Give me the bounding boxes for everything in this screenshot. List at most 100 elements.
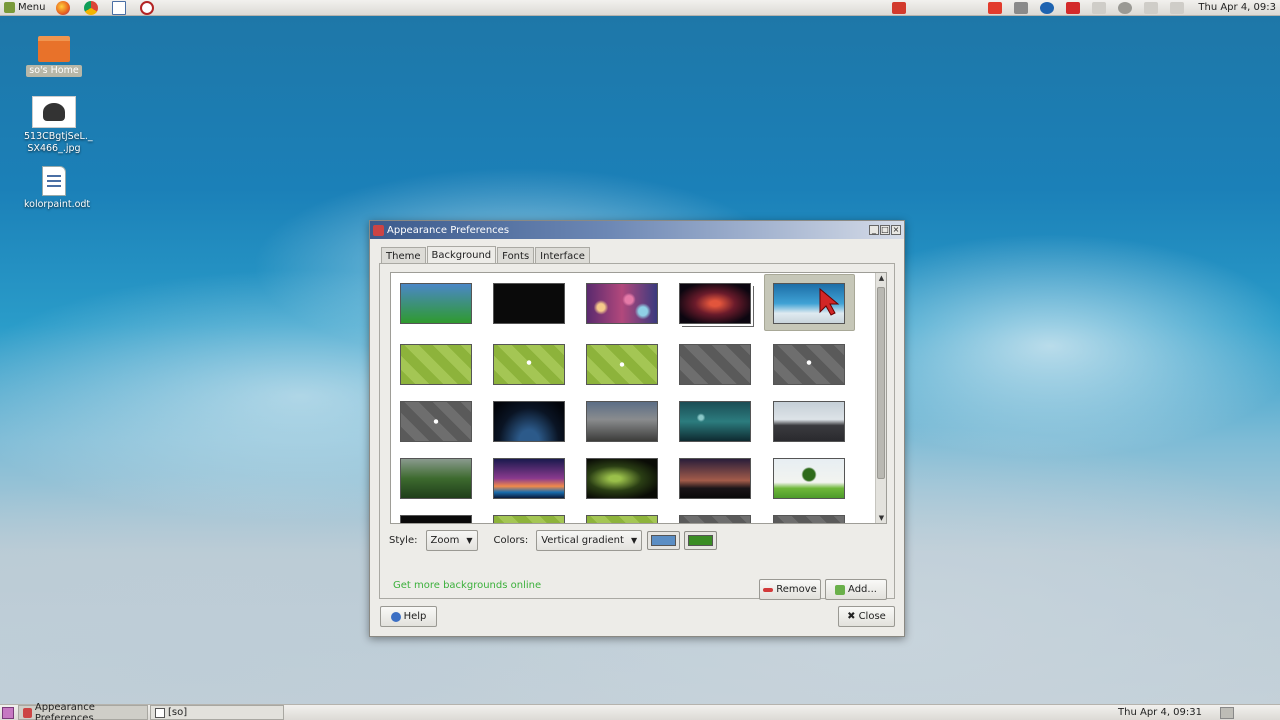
text-editor-icon[interactable] [112, 0, 127, 15]
style-label: Style: [389, 535, 418, 546]
anydesk-icon[interactable] [988, 1, 1003, 14]
background-thumbnail[interactable] [400, 344, 472, 385]
terminal-icon [155, 707, 165, 718]
background-thumbnail[interactable] [586, 515, 658, 523]
volume-icon[interactable] [1170, 1, 1185, 14]
hp-icon[interactable] [1040, 1, 1055, 14]
style-dropdown[interactable]: Zoom ▼ [425, 530, 478, 551]
help-label: Help [403, 611, 427, 622]
background-tab-panel: ▲ ▼ Style: Zoom ▼ Colors: Vertical gradi… [379, 263, 895, 600]
top-clock[interactable]: Thu Apr 4, 09:3 [1190, 2, 1280, 13]
bluetooth-icon[interactable] [1092, 1, 1107, 14]
document-file-icon [42, 166, 66, 196]
background-thumbnail[interactable] [400, 515, 472, 523]
task-label: Appearance Preferences [34, 701, 95, 720]
background-thumbnail[interactable] [493, 283, 565, 324]
scroll-down-icon[interactable]: ▼ [876, 513, 886, 523]
image-file-icon [32, 96, 76, 128]
add-button[interactable]: Add... [825, 579, 887, 600]
power-icon[interactable] [892, 1, 907, 14]
help-icon [390, 611, 401, 622]
scrollbar-thumb[interactable] [877, 287, 885, 479]
background-thumbnail[interactable] [773, 344, 845, 385]
background-thumbnail[interactable] [493, 515, 565, 523]
menu-button[interactable]: Menu [0, 0, 49, 16]
style-value: Zoom [430, 535, 460, 546]
add-icon [835, 584, 846, 595]
help-button[interactable]: Help [380, 606, 437, 627]
background-thumbnail[interactable] [493, 458, 565, 499]
tab-fonts[interactable]: Fonts [497, 247, 535, 264]
network-status-icon[interactable] [1144, 1, 1159, 14]
scroll-up-icon[interactable]: ▲ [876, 273, 886, 283]
close-icon[interactable]: × [891, 225, 901, 235]
desktop-icon-label: SX466_.jpg [27, 143, 81, 154]
show-desktop-icon[interactable] [2, 706, 14, 719]
settings-icon[interactable] [1118, 1, 1133, 14]
primary-color-swatch [651, 535, 677, 546]
colors-dropdown[interactable]: Vertical gradient ▼ [536, 530, 643, 551]
taskbar-item-appearance-preferences[interactable]: Appearance Preferences [18, 701, 148, 720]
menu-label: Menu [18, 2, 46, 13]
bottom-panel: Appearance Preferences [so] Thu Apr 4, 0… [0, 701, 1280, 720]
desktop-icon-home[interactable]: so's Home [24, 36, 84, 77]
add-label: Add... [848, 584, 877, 595]
desktop-icon-label: kolorpaint.odt [24, 199, 91, 210]
background-thumbnail[interactable] [400, 283, 472, 324]
background-thumbnail[interactable] [773, 283, 845, 324]
firefox-icon[interactable] [56, 0, 71, 15]
menu-icon [4, 2, 15, 13]
background-thumbnail[interactable] [773, 458, 845, 499]
tab-background[interactable]: Background [426, 246, 497, 264]
network-icon[interactable] [1014, 1, 1029, 14]
background-thumbnail[interactable] [586, 344, 658, 385]
colors-label: Colors: [493, 535, 529, 546]
secondary-color-button[interactable] [684, 531, 718, 550]
background-thumbnail[interactable] [679, 283, 751, 324]
record-icon[interactable] [1066, 1, 1081, 14]
colors-value: Vertical gradient [541, 535, 624, 546]
close-button[interactable]: ✖ Close [838, 606, 895, 627]
background-thumbnail[interactable] [679, 458, 751, 499]
appearance-preferences-window: Appearance Preferences _ □ × Theme Backg… [369, 220, 905, 637]
maximize-icon[interactable]: □ [880, 225, 890, 235]
window-titlebar[interactable]: Appearance Preferences _ □ × [370, 221, 904, 239]
remove-label: Remove [776, 584, 817, 595]
desktop-icon-image[interactable]: 513CBgtjSeL._ SX466_.jpg [24, 96, 93, 155]
background-thumbnail[interactable] [493, 401, 565, 442]
background-thumbnail[interactable] [586, 283, 658, 324]
get-more-backgrounds-link[interactable]: Get more backgrounds online [393, 580, 541, 591]
mouse-cursor-icon [819, 287, 840, 316]
tab-interface[interactable]: Interface [535, 247, 590, 264]
app-icon[interactable] [140, 0, 155, 15]
bottom-clock[interactable]: Thu Apr 4, 09:31 [1118, 707, 1220, 718]
chrome-icon[interactable] [84, 0, 99, 15]
dropdown-arrow-icon: ▼ [631, 536, 638, 545]
taskbar-item-terminal[interactable]: [so] [150, 705, 284, 720]
close-label: Close [858, 611, 886, 622]
background-thumbnail[interactable] [679, 401, 751, 442]
background-thumbnail[interactable] [400, 458, 472, 499]
background-thumbnail[interactable] [400, 401, 472, 442]
appearance-app-icon [23, 707, 32, 718]
home-folder-icon [38, 36, 70, 62]
background-thumbnail[interactable] [586, 458, 658, 499]
workspace-switcher[interactable] [1220, 706, 1234, 719]
background-thumbnail[interactable] [679, 344, 751, 385]
system-tray: Thu Apr 4, 09:3 [886, 0, 1280, 16]
background-thumbnails: ▲ ▼ [390, 272, 887, 524]
close-x-icon: ✖ [847, 611, 856, 622]
primary-color-button[interactable] [647, 531, 681, 550]
background-thumbnail[interactable] [773, 515, 845, 523]
background-thumbnail[interactable] [586, 401, 658, 442]
background-thumbnail[interactable] [773, 401, 845, 442]
minimize-icon[interactable]: _ [869, 225, 879, 235]
secondary-color-swatch [688, 535, 714, 546]
style-colors-row: Style: Zoom ▼ Colors: Vertical gradient … [389, 530, 718, 551]
background-thumbnail[interactable] [679, 515, 751, 523]
desktop-icon-document[interactable]: kolorpaint.odt [24, 166, 91, 211]
background-thumbnail[interactable] [493, 344, 565, 385]
thumbnails-scrollbar[interactable]: ▲ ▼ [875, 273, 886, 523]
remove-button[interactable]: Remove [759, 579, 821, 600]
tab-theme[interactable]: Theme [381, 247, 426, 264]
